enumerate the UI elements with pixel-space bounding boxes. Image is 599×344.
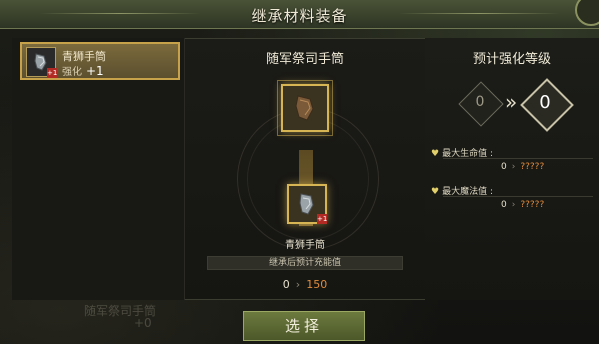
enhance-title: 预计强化等级: [472, 52, 551, 67]
target-item-slot[interactable]: [277, 80, 333, 136]
material-item-name: 青狮手筒: [285, 240, 325, 251]
target-item-name: 随军祭司手筒: [265, 52, 344, 67]
chevron-right-icon: ›: [511, 162, 516, 172]
heart-icon: ♥: [431, 149, 440, 159]
title-decoration-right: [399, 13, 559, 14]
enhance-label: 强化: [62, 67, 82, 78]
gauntlet-brown-icon: [295, 95, 314, 121]
stat-divider: [443, 158, 593, 159]
double-chevron-icon: »: [505, 90, 518, 114]
list-item-equipment[interactable]: +1 青狮手筒 强化 +1: [20, 42, 180, 80]
chevron-right-icon: ›: [511, 200, 516, 210]
select-button[interactable]: 选择: [243, 311, 365, 341]
energy-values: 0 › 150: [185, 278, 425, 291]
level-to: 0: [539, 92, 551, 113]
stat-hp-values: 0 ›?????: [501, 162, 545, 172]
list-item-name: 青狮手筒: [62, 50, 106, 63]
ghost-item-enhance: +0: [134, 316, 152, 330]
window-titlebar: 继承材料装备: [0, 0, 599, 29]
gauntlet-icon: +1: [26, 47, 58, 78]
energy-from: 0: [282, 278, 290, 291]
chevron-right-icon: ›: [295, 278, 301, 291]
energy-label: 继承后预计充能值: [207, 256, 403, 270]
material-item-slot[interactable]: +1: [287, 184, 327, 224]
stat-divider: [443, 196, 593, 197]
window-title: 继承材料装备: [251, 7, 348, 25]
enhance-preview: 预计强化等级 0 » 0 ♥ 最大生命值 : 0 ›????? ♥ 最大魔法值 : 0…: [425, 38, 599, 300]
heart-icon: ♥: [431, 187, 440, 197]
material-enhance-badge: +1: [317, 214, 328, 224]
energy-to: 150: [306, 278, 328, 291]
level-from: 0: [475, 94, 485, 110]
enhance-badge: +1: [47, 68, 58, 78]
stat-mp-values: 0 ›?????: [501, 200, 545, 210]
inherit-preview: 随军祭司手筒 +1 青狮手筒 继承后预计充能值 0 › 150: [185, 38, 425, 300]
enhance-value: +1: [86, 64, 104, 78]
list-item-enhance: 强化 +1: [62, 63, 104, 78]
list-item-ghost: 随军祭司手筒 +0: [74, 300, 224, 330]
